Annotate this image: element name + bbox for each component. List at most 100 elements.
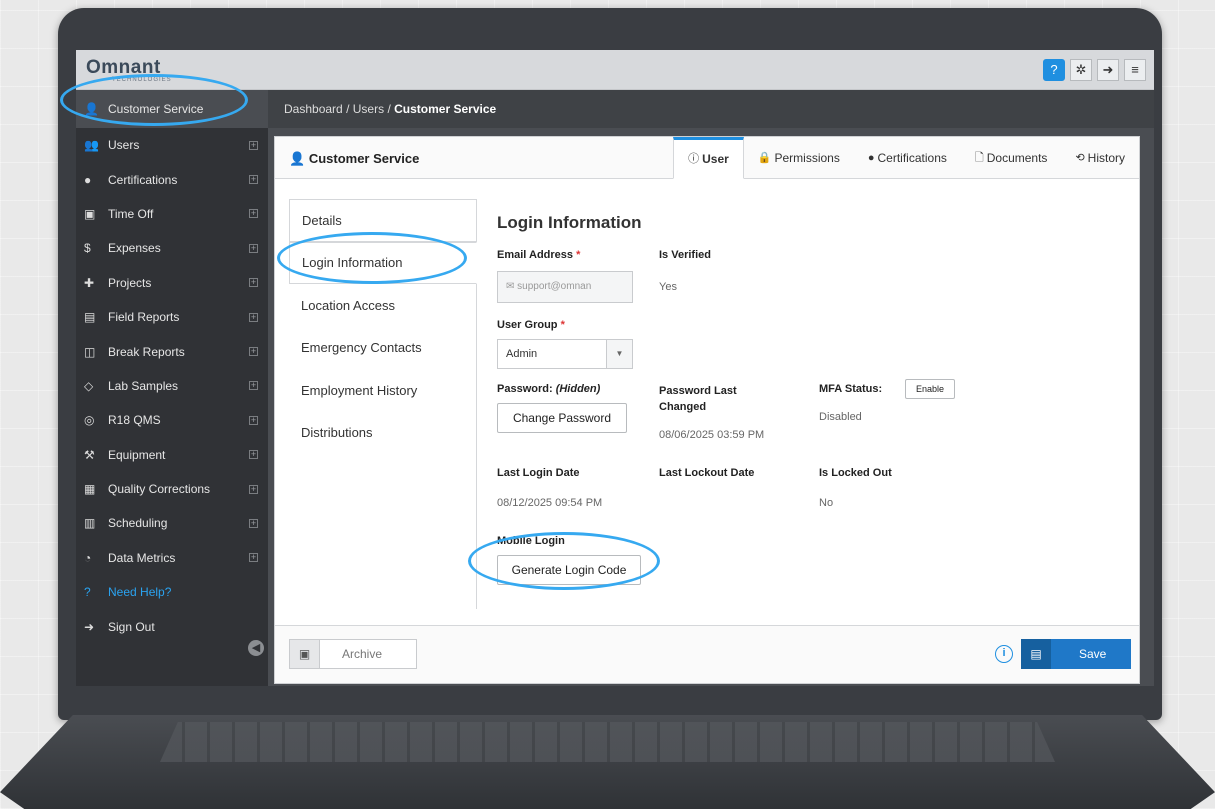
last-login-value: 08/12/2025 09:54 PM — [497, 497, 603, 509]
sidebar-item-need-help[interactable]: ? Need Help? — [76, 575, 268, 609]
expand-icon[interactable]: + — [249, 175, 258, 185]
main-content: 👤 Customer Service ⓘ User 🔒 Permissions ● Cer… — [268, 128, 1154, 686]
gear-icon[interactable]: ✲ — [1070, 59, 1092, 81]
tab-label: Permissions — [774, 151, 840, 165]
expand-icon[interactable]: + — [249, 140, 258, 150]
sidebar-item-label: Expenses — [108, 241, 161, 256]
subnav-location-access[interactable]: Location Access — [289, 284, 476, 327]
metrics-icon: ◔ — [84, 550, 92, 565]
breadcrumb-current: Customer Service — [394, 102, 497, 116]
sidebar-item-data-metrics[interactable]: ◔ Data Metrics + — [76, 541, 268, 575]
change-password-button[interactable]: Change Password — [497, 403, 627, 433]
archive-label: Archive — [342, 647, 383, 661]
expand-icon[interactable]: + — [249, 278, 258, 288]
save-button[interactable]: ▤ Save — [1021, 639, 1131, 669]
tab-documents[interactable]: 🗋 Documents — [961, 137, 1062, 179]
sidebar-item-label: Lab Samples — [108, 378, 179, 393]
subnav-distributions[interactable]: Distributions — [289, 412, 476, 455]
tab-user[interactable]: ⓘ User — [673, 137, 744, 179]
wrench-icon: ⚒ — [84, 447, 95, 462]
expand-icon[interactable]: + — [249, 450, 258, 460]
app-logo-subtitle: TECHNOLOGIES — [112, 77, 172, 83]
save-icon: ▤ — [1021, 639, 1051, 669]
expand-icon[interactable]: + — [249, 209, 258, 219]
sidebar-item-label: Equipment — [108, 447, 166, 462]
tab-label: Documents — [986, 151, 1048, 165]
app-screen: Omnant TECHNOLOGIES ? ✲ ➜ ≡ 👤 Customer Se… — [76, 50, 1154, 686]
subnav-employment-history[interactable]: Employment History — [289, 369, 476, 412]
panel-title-text: Customer Service — [308, 151, 420, 166]
tab-permissions[interactable]: 🔒 Permissions — [744, 137, 854, 179]
sidebar-item-scheduling[interactable]: ▥ Scheduling + — [76, 506, 268, 540]
qms-icon: ◎ — [84, 413, 95, 428]
sidebar-item-label: Data Metrics — [108, 550, 176, 565]
sidebar-item-label: Need Help? — [108, 585, 172, 600]
last-lockout-label: Last Lockout Date — [659, 467, 755, 479]
sidebar-item-time-off[interactable]: ▣ Time Off + — [76, 197, 268, 231]
sidebar-item-label: Certifications — [108, 172, 178, 187]
sign-out-icon[interactable]: ➜ — [1097, 59, 1119, 81]
expand-icon[interactable]: + — [249, 518, 258, 528]
mfa-status-label: MFA Status: — [819, 383, 883, 395]
login-information-form: Login Information Email Address * ✉ supp… — [497, 199, 1117, 609]
user-panel: 👤 Customer Service ⓘ User 🔒 Permissions ● Cer… — [274, 136, 1140, 684]
is-locked-out-value: No — [819, 497, 834, 509]
archive-icon: ▣ — [290, 640, 320, 668]
expand-icon[interactable]: + — [249, 347, 258, 357]
breadcrumb-users[interactable]: Users — [353, 102, 384, 116]
enable-mfa-button[interactable]: Enable — [905, 379, 955, 399]
subnav-login-information[interactable]: Login Information — [289, 241, 477, 284]
sidebar-item-label: Sign Out — [108, 619, 155, 634]
document-icon: 🗋 — [974, 152, 984, 164]
sidebar-item-label: Break Reports — [108, 344, 185, 359]
is-verified-value: Yes — [659, 281, 677, 293]
sidebar-item-lab-samples[interactable]: ◇ Lab Samples + — [76, 369, 268, 403]
archive-button[interactable]: ▣ Archive — [289, 639, 417, 669]
sidebar-item-projects[interactable]: ✚ Projects + — [76, 266, 268, 300]
sidebar-item-expenses[interactable]: $ Expenses + — [76, 231, 268, 265]
is-locked-out-label: Is Locked Out — [819, 467, 892, 479]
menu-icon[interactable]: ≡ — [1124, 59, 1146, 81]
help-circle-icon: ? — [84, 585, 91, 600]
collapse-sidebar-icon[interactable]: ◀ — [248, 640, 264, 656]
file-icon: ▤ — [84, 310, 96, 325]
expand-icon[interactable]: + — [249, 484, 258, 494]
tab-history[interactable]: ⟲ History — [1061, 137, 1139, 179]
help-icon[interactable]: ? — [1043, 59, 1065, 81]
panel-title: 👤 Customer Service — [289, 151, 419, 167]
expand-icon[interactable]: + — [249, 243, 258, 253]
sidebar-item-break-reports[interactable]: ◫ Break Reports + — [76, 334, 268, 368]
sidebar-item-r18-qms[interactable]: ◎ R18 QMS + — [76, 403, 268, 437]
breadcrumb-separator: / — [387, 102, 391, 116]
sidebar-item-customer-service[interactable]: 👤 Customer Service — [76, 90, 268, 128]
sidebar-item-certifications[interactable]: ● Certifications + — [76, 162, 268, 196]
tab-label: Certifications — [877, 151, 947, 165]
subnav-details[interactable]: Details — [289, 199, 477, 242]
sidebar-item-users[interactable]: 👥 Users + — [76, 128, 268, 162]
subnav-emergency-contacts[interactable]: Emergency Contacts — [289, 327, 476, 370]
sidebar-item-equipment[interactable]: ⚒ Equipment + — [76, 438, 268, 472]
sidebar-item-label: R18 QMS — [108, 413, 161, 428]
tab-certifications[interactable]: ● Certifications — [854, 137, 961, 179]
expand-icon[interactable]: + — [249, 312, 258, 322]
mobile-login-label: Mobile Login — [497, 535, 565, 547]
last-login-label: Last Login Date — [497, 467, 580, 479]
expand-icon[interactable]: + — [249, 381, 258, 391]
certificate-icon: ● — [84, 172, 92, 187]
sidebar-item-quality-corrections[interactable]: ▦ Quality Corrections + — [76, 472, 268, 506]
generate-login-code-button[interactable]: Generate Login Code — [497, 555, 641, 585]
info-icon: ⓘ — [688, 153, 700, 165]
user-group-select[interactable]: Admin ▼ — [497, 339, 633, 369]
sidebar-item-sign-out[interactable]: ➜ Sign Out — [76, 609, 268, 643]
schedule-icon: ▥ — [84, 516, 96, 531]
tab-label: History — [1087, 151, 1125, 165]
breadcrumb-dashboard[interactable]: Dashboard — [284, 102, 343, 116]
sidebar-item-label: Field Reports — [108, 310, 180, 325]
info-icon[interactable]: i — [995, 645, 1013, 663]
sidebar: 👤 Customer Service 👥 Users + ● Certifications +… — [76, 90, 268, 686]
expand-icon[interactable]: + — [249, 415, 258, 425]
email-field[interactable]: ✉ support@omnan — [497, 271, 633, 303]
certificate-icon: ● — [867, 152, 875, 164]
sidebar-item-field-reports[interactable]: ▤ Field Reports + — [76, 300, 268, 334]
expand-icon[interactable]: + — [249, 553, 258, 563]
